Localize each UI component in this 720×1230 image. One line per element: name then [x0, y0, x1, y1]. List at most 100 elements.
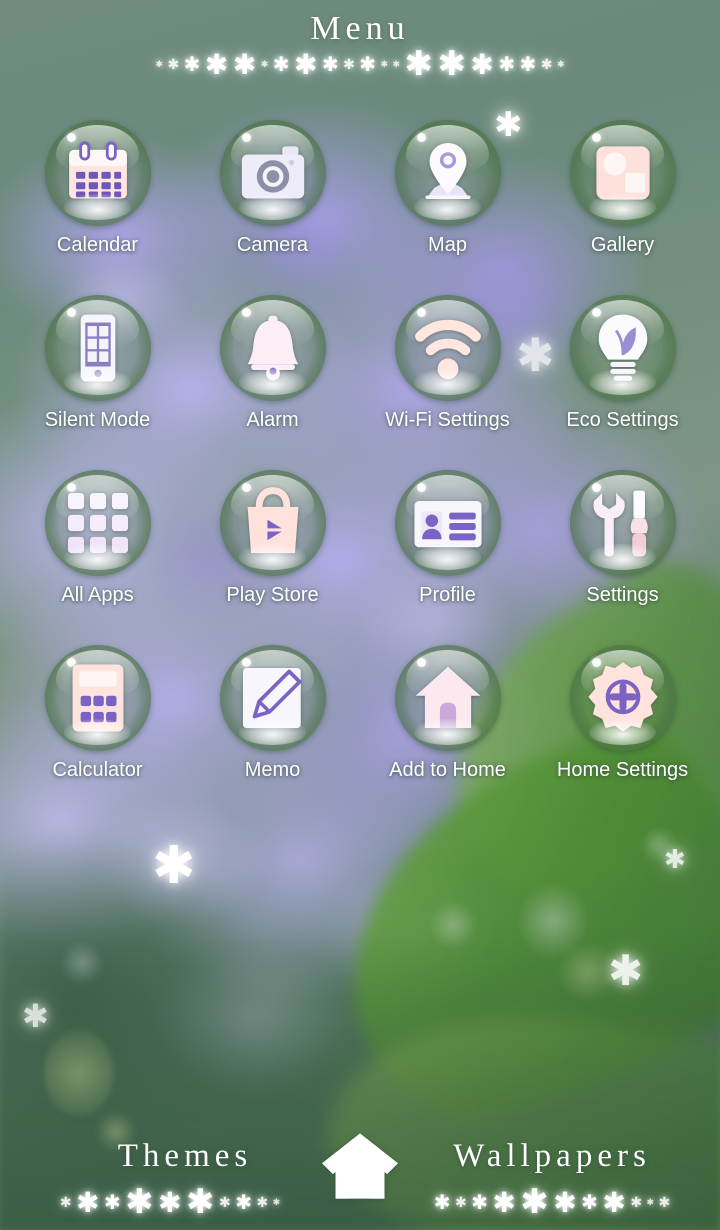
app-item-settings[interactable]: Settings: [535, 470, 710, 607]
sparkle-icon: ✱: [556, 58, 565, 69]
app-label: Home Settings: [556, 759, 689, 781]
icon-bubble: [394, 470, 501, 576]
calendar-icon: [68, 141, 127, 199]
sparkle-icon: ✱: [76, 1186, 100, 1218]
footer-bar: Themes Wallpapers ✱ ✱ ✱ ✱ ✱ ✱ ✱ ✱ ✱ ✱ ✱ …: [0, 1120, 720, 1230]
sparkle-icon: ✱: [232, 48, 257, 80]
icon-bubble: [44, 470, 151, 576]
app-item-add-to-home[interactable]: Add to Home: [360, 645, 535, 782]
id-card-icon: [413, 501, 482, 548]
lightbulb-leaf-icon: [598, 314, 647, 381]
sparkle-icon: ✱: [658, 1193, 671, 1210]
sparkle-icon: ✱: [260, 58, 269, 69]
app-row: Silent Mode Alarm Wi-Fi Settings Eco Set…: [0, 295, 720, 470]
app-label: Alarm: [246, 409, 299, 431]
icon-bubble: [44, 120, 151, 226]
sparkle-icon: ✱: [235, 1191, 252, 1214]
house-icon: [415, 666, 480, 729]
app-item-home-settings[interactable]: Home Settings: [535, 645, 710, 782]
app-label: All Apps: [61, 584, 134, 606]
sparkle-icon: ✱: [359, 53, 377, 76]
app-item-map[interactable]: Map: [360, 120, 535, 257]
app-label: Calculator: [52, 759, 143, 781]
play-store-bag-icon: [247, 487, 298, 554]
icon-bubble: [219, 470, 326, 576]
app-item-wifi-settings[interactable]: Wi-Fi Settings: [360, 295, 535, 432]
icon-bubble: [569, 120, 676, 226]
wifi-icon: [414, 319, 481, 380]
sparkle-icon: ✱: [321, 53, 339, 76]
sparkle-icon: ✱: [392, 58, 401, 69]
gallery-icon: [595, 146, 650, 200]
bokeh-circle: [430, 900, 476, 950]
app-item-calculator[interactable]: Calculator: [10, 645, 185, 782]
app-label: Memo: [244, 759, 301, 781]
sparkle-icon: ✱: [520, 1183, 549, 1221]
sparkle-icon: ✱: [602, 1186, 626, 1218]
bell-icon: [247, 315, 298, 381]
sparkle-icon: ✱: [437, 45, 466, 83]
app-label: Gallery: [590, 234, 655, 256]
app-row: All Apps Play Store Profile Settings: [0, 470, 720, 645]
phone-grid-icon: [80, 314, 115, 382]
icon-bubble: [219, 295, 326, 401]
sparkle-icon: ✱: [293, 48, 318, 80]
header-sparkle-decoration: ✱ ✱ ✱ ✱ ✱ ✱ ✱ ✱ ✱ ✱ ✱ ✱ ✱ ✱ ✱ ✱ ✱ ✱ ✱ ✱: [0, 44, 720, 84]
camera-icon: [241, 146, 304, 199]
map-pin-icon: [424, 142, 471, 200]
sparkle-icon: ✱: [471, 1191, 488, 1214]
app-grid: Calendar Camera Map Gallery Silent Mode …: [0, 120, 720, 820]
bokeh-circle: [44, 1030, 114, 1116]
app-item-profile[interactable]: Profile: [360, 470, 535, 607]
app-label: Camera: [236, 234, 309, 256]
app-item-camera[interactable]: Camera: [185, 120, 360, 257]
bokeh-circle: [62, 940, 102, 986]
app-item-eco-settings[interactable]: Eco Settings: [535, 295, 710, 432]
sparkle-icon: ✱: [158, 1186, 182, 1218]
app-item-all-apps[interactable]: All Apps: [10, 470, 185, 607]
app-row: Calendar Camera Map Gallery: [0, 120, 720, 295]
app-item-calendar[interactable]: Calendar: [10, 120, 185, 257]
wallpaper-sparkle-icon: ✱: [664, 844, 686, 874]
icon-bubble: [44, 645, 151, 751]
gear-plus-icon: [587, 662, 658, 732]
app-label: Add to Home: [389, 759, 506, 781]
sparkle-icon: ✱: [183, 53, 201, 76]
themes-button[interactable]: Themes: [60, 1138, 310, 1175]
house-icon: [322, 1133, 398, 1199]
home-button[interactable]: [316, 1128, 404, 1204]
footer-sparkle-decoration-right: ✱ ✱ ✱ ✱ ✱ ✱ ✱ ✱ ✱ ✱ ✱: [392, 1182, 712, 1222]
page-title: Menu: [310, 10, 410, 47]
app-item-silent-mode[interactable]: Silent Mode: [10, 295, 185, 432]
app-row: Calculator Memo Add to Home Home Setting…: [0, 645, 720, 820]
footer-sparkle-decoration-left: ✱ ✱ ✱ ✱ ✱ ✱ ✱ ✱ ✱ ✱: [20, 1182, 320, 1222]
wallpapers-button[interactable]: Wallpapers: [402, 1138, 702, 1175]
sparkle-icon: ✱: [219, 1193, 231, 1210]
sparkle-icon: ✱: [272, 1196, 281, 1207]
sparkle-icon: ✱: [204, 48, 229, 80]
sparkle-icon: ✱: [343, 55, 355, 72]
bokeh-circle: [560, 940, 614, 1004]
sparkle-icon: ✱: [646, 1196, 655, 1207]
app-item-memo[interactable]: Memo: [185, 645, 360, 782]
sparkle-icon: ✱: [581, 1191, 598, 1214]
wallpaper-sparkle-icon: ✱: [608, 947, 644, 994]
sparkle-icon: ✱: [103, 1191, 121, 1214]
wallpaper-sparkle-icon: ✱: [22, 998, 49, 1034]
app-label: Settings: [586, 584, 659, 606]
sparkle-icon: ✱: [59, 1193, 72, 1210]
sparkle-icon: ✱: [272, 53, 290, 76]
app-label: Silent Mode: [44, 409, 151, 431]
sparkle-icon: ✱: [256, 1193, 269, 1210]
launcher-menu-screen: ✱ ✱ ✱ ✱ ✱ ✱ Menu ✱ ✱ ✱ ✱ ✱ ✱ ✱ ✱ ✱ ✱ ✱ ✱…: [0, 0, 720, 1230]
sparkle-icon: ✱: [433, 1191, 451, 1214]
icon-bubble: [394, 295, 501, 401]
icon-bubble: [219, 645, 326, 751]
app-label: Play Store: [226, 584, 319, 606]
sparkle-icon: ✱: [404, 45, 434, 83]
app-label: Eco Settings: [566, 409, 679, 431]
note-pencil-icon: [242, 667, 301, 729]
app-item-gallery[interactable]: Gallery: [535, 120, 710, 257]
app-item-play-store[interactable]: Play Store: [185, 470, 360, 607]
app-item-alarm[interactable]: Alarm: [185, 295, 360, 432]
